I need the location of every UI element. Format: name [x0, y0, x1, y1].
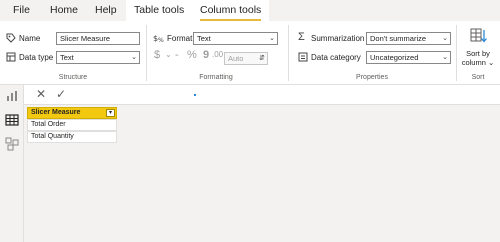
model-view-icon[interactable] — [5, 137, 19, 151]
sort-by-column-button[interactable]: Sort by column ⌄ — [459, 25, 497, 71]
column-header-label: Slicer Measure — [31, 109, 81, 116]
sort-icon — [470, 27, 488, 47]
chevron-down-icon: ⌄ — [131, 54, 137, 61]
properties-group-label: Properties — [356, 74, 388, 81]
formula-bar: ✕ ✓ — [24, 85, 500, 104]
divider — [456, 25, 457, 81]
decimal-places-icon[interactable]: .00 — [212, 50, 223, 59]
spinner-icon: ⇵ — [259, 55, 265, 62]
summarization-label: Summarization — [311, 34, 365, 43]
summarization-value: Don't summarize — [370, 34, 427, 43]
tab-home[interactable]: Home — [50, 4, 78, 16]
currency-button[interactable]: $ — [154, 49, 160, 61]
formatting-group-label: Formatting — [199, 74, 233, 81]
dash-button[interactable]: - — [175, 49, 179, 61]
data-type-select[interactable]: Text ⌄ — [56, 51, 140, 64]
percent-button[interactable]: % — [187, 49, 197, 61]
tab-table-tools-label: Table tools — [134, 4, 185, 16]
sort-group-label: Sort — [471, 74, 485, 81]
name-field[interactable]: Slicer Measure — [56, 32, 140, 45]
tag-icon — [6, 33, 16, 46]
datatype-label: Data type — [19, 53, 54, 62]
formula-cursor — [194, 94, 196, 96]
view-rail — [0, 85, 24, 242]
sort-label-line1: Sort by — [466, 49, 490, 58]
close-icon[interactable]: ✕ — [36, 87, 46, 101]
format-value: Text — [197, 34, 211, 43]
tab-file[interactable]: File — [13, 4, 30, 16]
format-select[interactable]: Text ⌄ — [193, 32, 278, 45]
name-label: Name — [19, 34, 41, 43]
data-category-icon — [298, 52, 308, 65]
chevron-down-icon: ⌄ — [442, 54, 448, 61]
report-view-icon[interactable] — [5, 89, 19, 103]
ribbon: Name Slicer Measure Data type Text ⌄ Str… — [0, 21, 500, 85]
chevron-down-icon: ⌄ — [442, 35, 448, 42]
format-label: Format — [167, 34, 193, 43]
divider — [146, 25, 147, 81]
data-category-value: Uncategorized — [370, 53, 419, 62]
data-category-select[interactable]: Uncategorized ⌄ — [366, 51, 451, 64]
sort-label-line2: column ⌄ — [461, 58, 495, 67]
column-header[interactable]: Slicer Measure ▾ — [27, 107, 117, 119]
summarization-select[interactable]: Don't summarize ⌄ — [366, 32, 451, 45]
tab-table-tools[interactable]: Table tools — [126, 0, 193, 21]
data-grid: Slicer Measure ▾ Total Order Total Quant… — [24, 104, 500, 242]
table-row[interactable]: Total Order — [27, 119, 117, 131]
checkmark-icon[interactable]: ✓ — [56, 87, 66, 101]
data-category-label: Data category — [311, 53, 361, 62]
chevron-down-icon[interactable]: ▾ — [106, 109, 115, 117]
tab-column-tools[interactable]: Column tools — [192, 0, 270, 21]
menu-bar: File Home Help Table tools Column tools — [0, 0, 500, 21]
tab-column-tools-label: Column tools — [200, 4, 262, 16]
decimal-places-spinner[interactable]: Auto ⇵ — [224, 52, 268, 65]
svg-text:%: % — [158, 37, 164, 43]
data-view-icon[interactable] — [5, 113, 19, 127]
table-row[interactable]: Total Quantity — [27, 131, 117, 143]
decimal-places-value: Auto — [228, 54, 244, 63]
chevron-down-icon: ⌄ — [165, 50, 172, 59]
data-type-value: Text — [60, 53, 74, 62]
sort-label-line2-text: column — [461, 58, 486, 67]
tab-help[interactable]: Help — [95, 4, 117, 16]
chevron-down-icon: ⌄ — [269, 35, 275, 42]
sigma-icon: Σ — [298, 31, 305, 43]
format-icon: $% — [153, 33, 165, 46]
structure-group-label: Structure — [58, 74, 88, 81]
comma-button[interactable]: 9 — [203, 49, 209, 61]
data-type-icon — [6, 52, 16, 65]
divider — [288, 25, 289, 81]
